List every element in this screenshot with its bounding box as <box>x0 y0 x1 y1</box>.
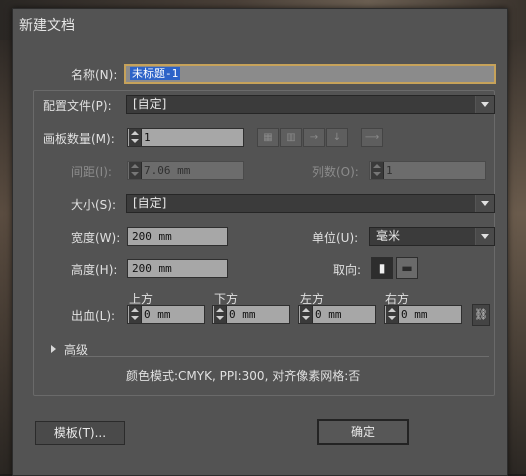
desktop-background-right <box>507 40 526 474</box>
bleed-left-value: 0 mm <box>315 308 342 321</box>
bleed-left-input[interactable]: 0 mm <box>298 305 376 324</box>
size-label: 大小(S): <box>71 198 117 212</box>
units-dropdown-value: 毫米 <box>376 229 401 243</box>
bleed-bottom-input[interactable]: 0 mm <box>212 305 290 324</box>
grid-by-row-icon[interactable]: ▦ <box>257 128 279 147</box>
columns-label: 列数(O): <box>312 165 359 179</box>
expand-triangle-icon[interactable] <box>51 345 56 353</box>
stepper-icon[interactable] <box>129 162 142 179</box>
dialog-titlebar[interactable]: 新建文档 <box>13 9 507 37</box>
chevron-down-icon <box>475 195 494 212</box>
arrange-by-row-icon[interactable]: → <box>303 128 325 147</box>
layout-direction-icon[interactable]: ⟶ <box>361 128 383 147</box>
units-label: 单位(U): <box>312 231 359 245</box>
width-value: 200 mm <box>132 230 172 243</box>
bleed-bottom-value: 0 mm <box>229 308 256 321</box>
ok-button[interactable]: 确定 <box>317 419 409 445</box>
columns-input[interactable]: 1 <box>369 161 486 180</box>
stepper-icon[interactable] <box>300 306 313 323</box>
chevron-down-icon <box>475 228 494 245</box>
name-input[interactable]: 未标题-1 <box>124 64 496 84</box>
arrange-by-column-icon[interactable]: ↓ <box>326 128 348 147</box>
spacing-value: 7.06 mm <box>144 164 191 177</box>
bleed-label: 出血(L): <box>71 309 116 323</box>
bleed-top-input[interactable]: 0 mm <box>127 305 205 324</box>
artboards-label: 画板数量(M): <box>43 132 115 146</box>
advanced-divider <box>71 356 489 357</box>
stepper-icon[interactable] <box>386 306 399 323</box>
artboards-input[interactable]: 1 <box>127 128 244 147</box>
artboards-value: 1 <box>144 131 151 144</box>
new-document-dialog: 新建文档 名称(N): 未标题-1 配置文件(P): [自定] 画板数量(M):… <box>12 8 508 476</box>
bleed-top-value: 0 mm <box>144 308 171 321</box>
chain-link-icon[interactable]: ⛓ <box>472 304 490 326</box>
landscape-icon[interactable]: ▬ <box>396 257 418 279</box>
size-dropdown[interactable]: [自定] <box>126 194 495 213</box>
spacing-label: 间距(I): <box>71 165 112 179</box>
spacing-input[interactable]: 7.06 mm <box>127 161 244 180</box>
stepper-icon[interactable] <box>129 129 142 146</box>
grid-by-column-icon[interactable]: ▥ <box>280 128 302 147</box>
name-label: 名称(N): <box>71 68 118 82</box>
dialog-title: 新建文档 <box>19 18 75 34</box>
units-dropdown[interactable]: 毫米 <box>369 227 495 246</box>
document-summary: 颜色模式:CMYK, PPI:300, 对齐像素网格:否 <box>126 369 361 383</box>
bleed-right-input[interactable]: 0 mm <box>384 305 462 324</box>
templates-button[interactable]: 模板(T)... <box>35 421 125 445</box>
columns-value: 1 <box>386 164 393 177</box>
stepper-icon[interactable] <box>129 306 142 323</box>
profile-dropdown-value: [自定] <box>133 97 167 111</box>
height-value: 200 mm <box>132 262 172 275</box>
name-input-value: 未标题-1 <box>130 67 181 80</box>
stepper-icon[interactable] <box>371 162 384 179</box>
stepper-icon[interactable] <box>214 306 227 323</box>
width-input[interactable]: 200 mm <box>127 227 228 246</box>
profile-label: 配置文件(P): <box>43 99 112 113</box>
width-label: 宽度(W): <box>71 231 121 245</box>
portrait-icon[interactable]: ▮ <box>371 257 393 279</box>
orientation-label: 取向: <box>333 263 362 277</box>
height-label: 高度(H): <box>71 263 118 277</box>
bleed-right-value: 0 mm <box>401 308 428 321</box>
size-dropdown-value: [自定] <box>133 196 167 210</box>
profile-dropdown[interactable]: [自定] <box>126 95 495 114</box>
chevron-down-icon <box>475 96 494 113</box>
height-input[interactable]: 200 mm <box>127 259 228 278</box>
